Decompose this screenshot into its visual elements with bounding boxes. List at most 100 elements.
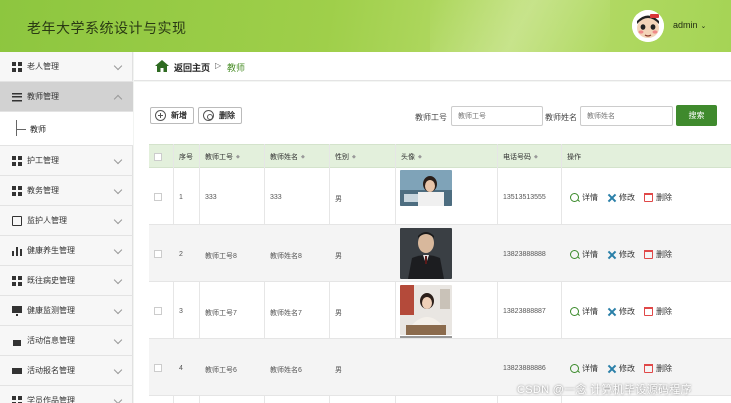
trash-icon [644, 193, 653, 202]
cell-index: 4 [179, 365, 183, 372]
home-icon[interactable] [155, 60, 169, 72]
grid-icon [12, 275, 22, 286]
add-button-label: 新增 [171, 111, 187, 120]
header-decoration [430, 0, 610, 52]
cell-gender: 男 [335, 367, 342, 374]
sidebar-item-activity-signup[interactable]: 活动报名管理 [0, 356, 133, 386]
edit-action[interactable]: 修改 [607, 249, 635, 260]
column-header-gender[interactable]: 性别 ◆ [335, 152, 356, 162]
chevron-down-icon [113, 61, 123, 71]
add-button[interactable]: 新增 [150, 107, 194, 124]
breadcrumb-home-link[interactable]: 返回主页 [174, 61, 210, 74]
teacher-table: 序号 教师工号 ◆ 教师姓名 ◆ 性别 ◆ 头像 ◆ 电话号码 ◆ 操作 1 333 33… [149, 144, 731, 403]
detail-action[interactable]: 详情 [570, 249, 598, 260]
sort-icon: ◆ [301, 154, 305, 160]
chevron-down-icon [113, 275, 123, 285]
sidebar-item-student-works[interactable]: 学员作品管理 [0, 386, 133, 403]
plus-circle-icon [155, 110, 166, 121]
chevron-down-icon [113, 155, 123, 165]
sidebar-subitem-teacher[interactable]: 教师 [0, 112, 133, 146]
select-all-checkbox[interactable] [154, 153, 162, 161]
cell-index: 1 [179, 194, 183, 201]
cell-teacher-no: 教师工号6 [205, 367, 237, 374]
sidebar-subitem-label: 教师 [30, 125, 46, 134]
column-header-label: 性别 [335, 154, 349, 161]
column-header-avatar[interactable]: 头像 ◆ [401, 152, 422, 162]
cell-index: 2 [179, 251, 183, 258]
search-button[interactable]: 搜索 [676, 105, 717, 126]
edit-icon [607, 364, 616, 373]
teacher-no-input[interactable] [451, 106, 543, 126]
breadcrumb-separator: ▷ [215, 61, 222, 70]
row-checkbox[interactable] [154, 307, 162, 315]
column-header-label: 教师工号 [205, 154, 233, 161]
column-header-teacher-name[interactable]: 教师姓名 ◆ [270, 152, 305, 162]
trash-icon [644, 250, 653, 259]
sidebar-item-health-monitor[interactable]: 健康监测管理 [0, 296, 133, 326]
row-checkbox[interactable] [154, 193, 162, 201]
delete-action-label: 删除 [656, 250, 672, 259]
edit-action-label: 修改 [619, 307, 635, 316]
sidebar-item-guardian[interactable]: 监护人管理 [0, 206, 133, 236]
edit-action[interactable]: 修改 [607, 306, 635, 317]
image-scrollbar[interactable] [400, 336, 452, 338]
detail-action[interactable]: 详情 [570, 192, 598, 203]
table-row[interactable]: 1 333 333 男 13513513555 详情 修改 删除 [149, 168, 731, 225]
cell-gender: 男 [335, 310, 342, 317]
edit-action[interactable]: 修改 [607, 192, 635, 203]
delete-action[interactable]: 删除 [644, 363, 672, 374]
sidebar-item-teacher[interactable]: 教师管理 [0, 82, 133, 112]
sidebar-item-academic[interactable]: 教务管理 [0, 176, 133, 206]
sidebar: 老人管理 教师管理 教师 护工管理 教务管理 监护人管理 健康养生管理 既往病史… [0, 52, 133, 403]
sidebar-item-health-care[interactable]: 健康养生管理 [0, 236, 133, 266]
sidebar-item-activity-info[interactable]: 活动信息管理 [0, 326, 133, 356]
column-header-actions: 操作 [567, 154, 581, 161]
list-icon [12, 91, 22, 102]
sort-icon: ◆ [534, 154, 538, 160]
table-row[interactable]: 3 教师工号7 教师姓名7 男 13823888887 详情 修改 删除 [149, 282, 731, 339]
table-row[interactable]: 2 教师工号8 教师姓名8 男 13823888888 详情 修改 删除 [149, 225, 731, 282]
chevron-down-icon: ⌄ [700, 23, 707, 30]
delete-action[interactable]: 删除 [644, 192, 672, 203]
top-header: 老年大学系统设计与实现 admin ⌄ [0, 0, 731, 52]
delete-action[interactable]: 删除 [644, 249, 672, 260]
row-checkbox[interactable] [154, 250, 162, 258]
bar-chart-icon [12, 245, 22, 256]
chevron-down-icon [113, 395, 123, 403]
edit-action-label: 修改 [619, 364, 635, 373]
row-checkbox[interactable] [154, 364, 162, 372]
sidebar-item-label: 老人管理 [27, 62, 59, 71]
sidebar-item-label: 监护人管理 [27, 216, 67, 225]
teacher-name-input[interactable] [580, 106, 673, 126]
sidebar-item-label: 活动报名管理 [27, 366, 75, 375]
cell-teacher-name: 教师姓名8 [270, 253, 302, 260]
cell-phone: 13513513555 [503, 194, 546, 201]
column-header-teacher-no[interactable]: 教师工号 ◆ [205, 152, 240, 162]
teacher-avatar-photo [400, 285, 452, 335]
sidebar-item-label: 教师管理 [27, 92, 59, 101]
detail-action[interactable]: 详情 [570, 306, 598, 317]
delete-circle-icon [203, 110, 214, 121]
cell-teacher-no: 333 [205, 194, 217, 201]
cell-phone: 13823888886 [503, 365, 546, 372]
sidebar-item-caregiver[interactable]: 护工管理 [0, 146, 133, 176]
delete-button[interactable]: 删除 [198, 107, 242, 124]
edit-action[interactable]: 修改 [607, 363, 635, 374]
chevron-down-icon [113, 305, 123, 315]
detail-action[interactable]: 详情 [570, 363, 598, 374]
sort-icon: ◆ [418, 154, 422, 160]
user-menu[interactable]: admin ⌄ [673, 20, 706, 30]
delete-action[interactable]: 删除 [644, 306, 672, 317]
detail-icon [570, 307, 579, 316]
user-avatar[interactable] [632, 10, 664, 42]
grid-icon [12, 155, 22, 166]
edit-action-label: 修改 [619, 193, 635, 202]
grid-icon [12, 61, 22, 72]
sidebar-item-medical-history[interactable]: 既往病史管理 [0, 266, 133, 296]
sidebar-item-elderly[interactable]: 老人管理 [0, 52, 133, 82]
column-header-phone[interactable]: 电话号码 ◆ [503, 152, 538, 162]
sidebar-item-label: 健康监测管理 [27, 306, 75, 315]
tree-branch [16, 129, 26, 130]
chevron-down-icon [113, 335, 123, 345]
tree-line [16, 120, 17, 136]
